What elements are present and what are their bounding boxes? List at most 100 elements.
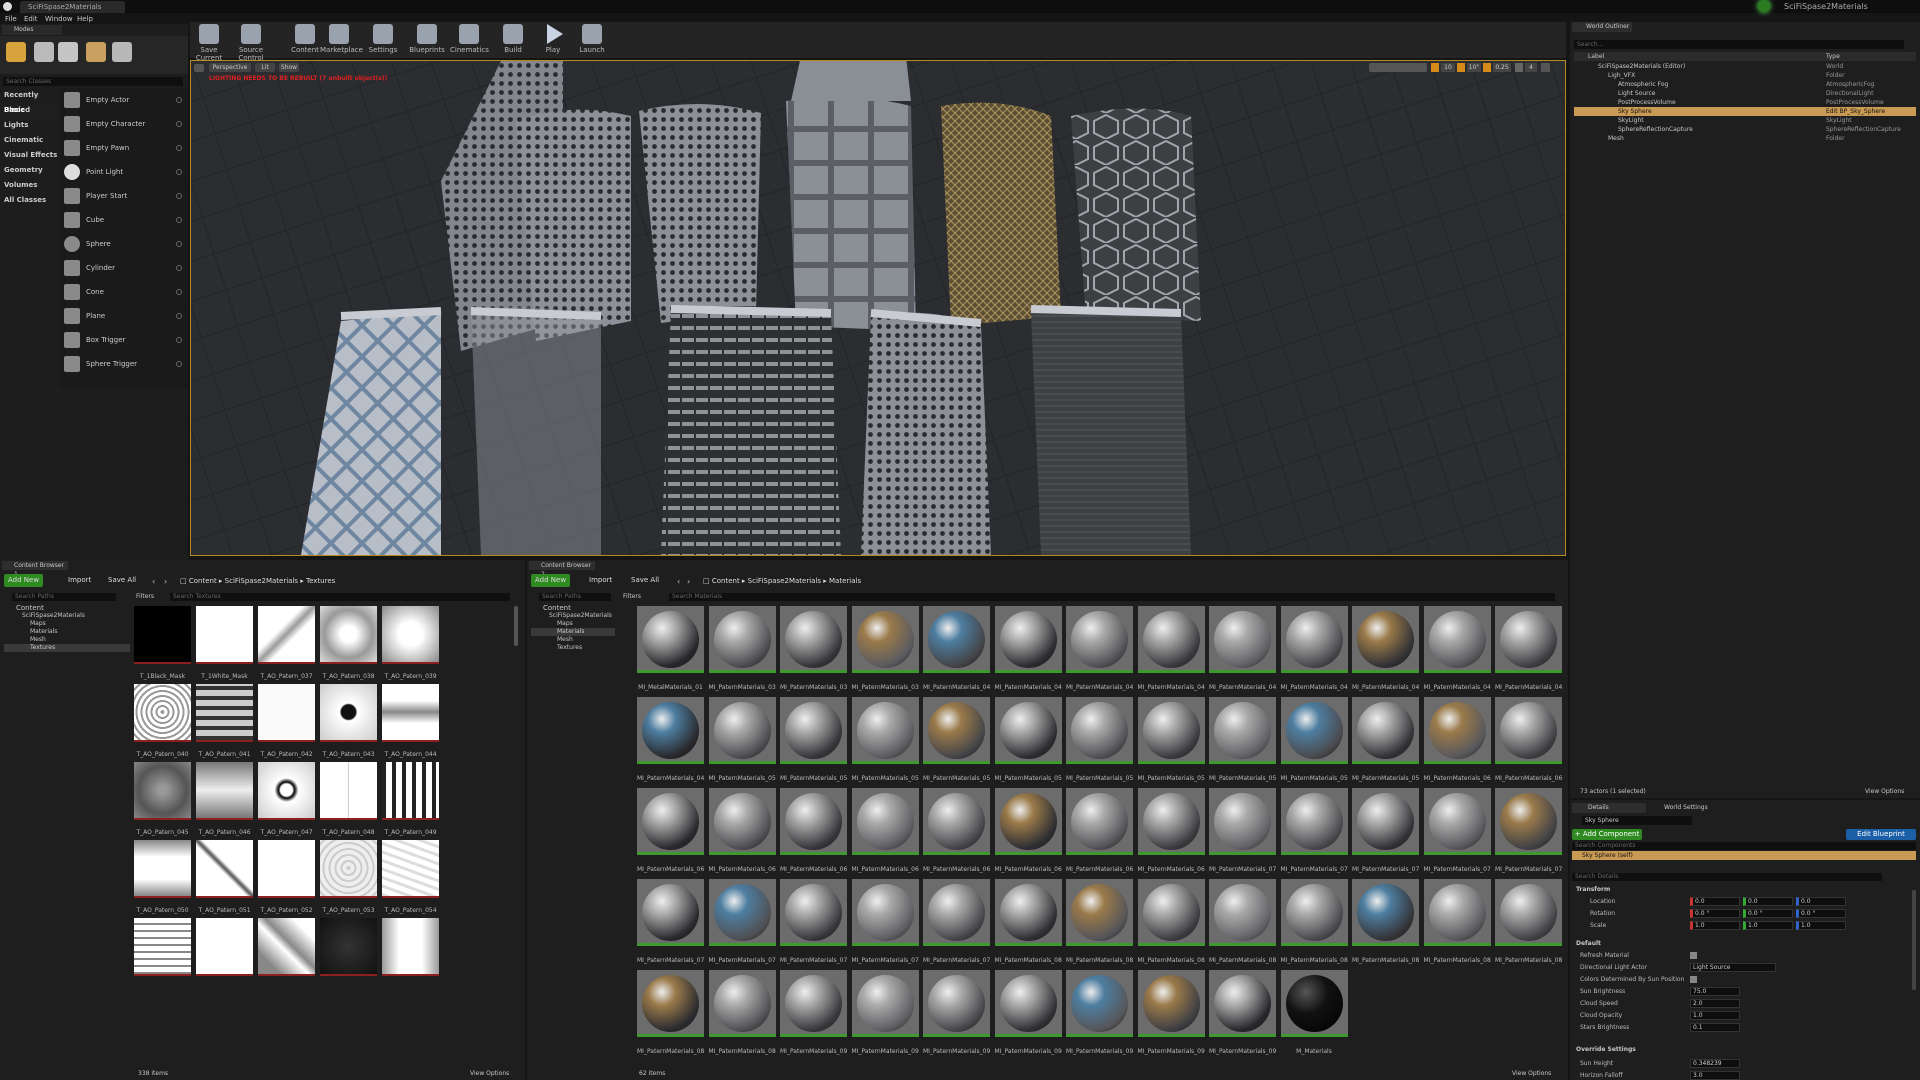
material-tile[interactable]: MI_PaternMaterials_088	[637, 970, 704, 1058]
texture-tile[interactable]: T_AO_Patern_045	[134, 762, 191, 852]
material-tile[interactable]: MI_PaternMaterials_076	[708, 879, 776, 967]
crumb[interactable]: Content	[189, 577, 217, 585]
place-sphere-trigger[interactable]: Sphere Trigger	[60, 352, 188, 376]
material-tile[interactable]: MI_PaternMaterials_055	[1066, 697, 1133, 785]
tree-content[interactable]: Content	[531, 604, 615, 612]
place-sphere[interactable]: Sphere	[60, 232, 188, 256]
category-visual-effects[interactable]: Visual Effects	[0, 148, 60, 163]
cb1-back-icon[interactable]: ‹	[152, 577, 155, 586]
cb1-forward-icon[interactable]: ›	[164, 577, 167, 586]
geometry-mode-icon[interactable]	[112, 42, 132, 62]
texture-tile[interactable]: T_AO_Patern_046	[196, 762, 253, 852]
category-volumes[interactable]: Volumes	[0, 178, 60, 193]
material-tile[interactable]: MI_PaternMaterials_060	[1423, 697, 1491, 785]
cloud-speed-field[interactable]: 2.0	[1690, 999, 1740, 1008]
material-tile[interactable]: MI_PaternMaterials_090	[780, 970, 847, 1058]
modes-tab[interactable]: Modes	[2, 25, 62, 35]
play-button[interactable]: Play	[534, 22, 572, 56]
cb2-filters-button[interactable]: Filters	[623, 593, 641, 600]
place-empty-actor[interactable]: Empty Actor	[60, 88, 188, 112]
material-tile[interactable]: MI_PaternMaterials_086	[1423, 879, 1491, 967]
texture-tile[interactable]: T_AO_Patern_041	[196, 684, 253, 774]
outliner-row[interactable]: Mesh Folder	[1574, 134, 1916, 143]
outliner-search[interactable]: Search...	[1574, 40, 1904, 49]
texture-tile[interactable]: T_1White_Mask	[196, 606, 253, 696]
menu-window[interactable]: Window	[45, 15, 73, 23]
cb2-back-icon[interactable]: ‹	[677, 577, 680, 586]
perspective-button[interactable]: Perspective	[209, 63, 251, 72]
tree-mesh[interactable]: Mesh	[4, 636, 130, 644]
rotation-z[interactable]: 0.0 °	[1796, 909, 1846, 918]
material-tile[interactable]: MI_PaternMaterials_065	[851, 788, 919, 876]
material-tile[interactable]: MI_PaternMaterials_071	[1280, 788, 1348, 876]
scale-y[interactable]: 1.0	[1743, 921, 1793, 930]
cb2-add-new-button[interactable]: Add New	[531, 574, 571, 587]
material-tile[interactable]: MI_PaternMaterials_066	[923, 788, 990, 876]
material-tile[interactable]: MI_PaternMaterials_068	[1066, 788, 1133, 876]
landscape-mode-icon[interactable]	[58, 42, 78, 62]
tree-scifi[interactable]: SciFiSpase2Materials	[4, 612, 130, 620]
material-tile[interactable]: MI_PaternMaterials_061	[1495, 697, 1562, 785]
material-tile[interactable]: MI_PaternMaterials_075	[637, 879, 704, 967]
scale-z[interactable]: 1.0	[1796, 921, 1846, 930]
location-z[interactable]: 0.0	[1796, 897, 1846, 906]
foliage-mode-icon[interactable]	[86, 42, 106, 62]
maximize-icon[interactable]	[1541, 63, 1550, 72]
material-tile[interactable]: MI_PaternMaterials_095	[1137, 970, 1205, 1058]
tree-textures[interactable]: Textures	[531, 644, 615, 652]
material-tile[interactable]: MI_PaternMaterials_056	[1137, 697, 1205, 785]
material-tile[interactable]: MI_PaternMaterials_045	[1280, 606, 1348, 694]
content-button[interactable]: Content	[286, 22, 324, 56]
save-current-button[interactable]: Save Current	[190, 22, 228, 62]
texture-tile[interactable]: T_AO_Patern_053	[320, 840, 377, 930]
cb1-search-assets[interactable]: Search Textures	[170, 593, 510, 601]
outliner-row[interactable]: PostProcessVolume PostProcessVolume	[1574, 98, 1916, 107]
world-settings-tab[interactable]: World Settings	[1650, 803, 1730, 813]
material-tile[interactable]: MI_PaternMaterials_083	[1209, 879, 1276, 967]
material-tile[interactable]: MI_PaternMaterials_096	[1209, 970, 1276, 1058]
material-tile[interactable]: MI_PaternMaterials_051	[780, 697, 847, 785]
grid-snap-icon[interactable]	[1431, 63, 1439, 72]
transform-header[interactable]: Transform	[1576, 886, 1610, 893]
details-tab[interactable]: Details	[1572, 803, 1646, 813]
actor-name-field[interactable]: Sky Sphere	[1582, 816, 1692, 825]
crumb[interactable]: Textures	[306, 577, 335, 585]
crumb[interactable]: SciFiSpase2Materials	[225, 577, 298, 585]
colors-sun-checkbox[interactable]	[1690, 976, 1697, 983]
material-tile[interactable]: MI_PaternMaterials_077	[780, 879, 847, 967]
horizon-falloff-field[interactable]: 3.0	[1690, 1071, 1740, 1080]
material-tile[interactable]: MI_PaternMaterials_087	[1495, 879, 1562, 967]
crumb[interactable]: Content	[712, 577, 740, 585]
material-tile[interactable]: MI_PaternMaterials_043	[1137, 606, 1205, 694]
location-x[interactable]: 0.0	[1690, 897, 1740, 906]
material-tile[interactable]: MI_PaternMaterials_050	[708, 697, 776, 785]
scale-x[interactable]: 1.0	[1690, 921, 1740, 930]
place-box-trigger[interactable]: Box Trigger	[60, 328, 188, 352]
rotation-y[interactable]: 0.0 °	[1743, 909, 1793, 918]
viewport-menu-icon[interactable]	[194, 64, 204, 72]
material-tile[interactable]: MI_PaternMaterials_072	[1352, 788, 1419, 876]
source-control-button[interactable]: Source Control	[232, 22, 270, 62]
rotation-snap-value[interactable]: 10°	[1467, 63, 1481, 72]
outliner-row[interactable]: SkyLight SkyLight	[1574, 116, 1916, 125]
material-tile[interactable]: MI_PaternMaterials_040	[923, 606, 990, 694]
texture-tile[interactable]: T_AO_Patern_049	[382, 762, 439, 852]
cb2-tab[interactable]: Content Browser 2	[529, 561, 595, 578]
cb1-filters-button[interactable]: Filters	[136, 593, 154, 600]
category-geometry[interactable]: Geometry	[0, 163, 60, 178]
lit-button[interactable]: Lit	[255, 63, 275, 72]
texture-tile[interactable]	[382, 918, 439, 1008]
build-button[interactable]: Build	[494, 22, 532, 56]
material-tile[interactable]: MI_PaternMaterials_080	[994, 879, 1062, 967]
material-tile[interactable]: MI_PaternMaterials_078	[851, 879, 919, 967]
material-tile[interactable]: MI_PaternMaterials_070	[1209, 788, 1276, 876]
edit-blueprint-button[interactable]: Edit Blueprint	[1846, 829, 1916, 840]
texture-tile[interactable]: T_AO_Patern_038	[320, 606, 377, 696]
texture-tile[interactable]: T_AO_Patern_047	[258, 762, 315, 852]
settings-button[interactable]: Settings	[364, 22, 402, 56]
place-plane[interactable]: Plane	[60, 304, 188, 328]
material-tile[interactable]: MI_PaternMaterials_084	[1280, 879, 1348, 967]
outliner-tab[interactable]: World Outliner	[1572, 22, 1632, 32]
cloud-opacity-field[interactable]: 1.0	[1690, 1011, 1740, 1020]
outliner-row[interactable]: Light Source DirectionalLight	[1574, 89, 1916, 98]
